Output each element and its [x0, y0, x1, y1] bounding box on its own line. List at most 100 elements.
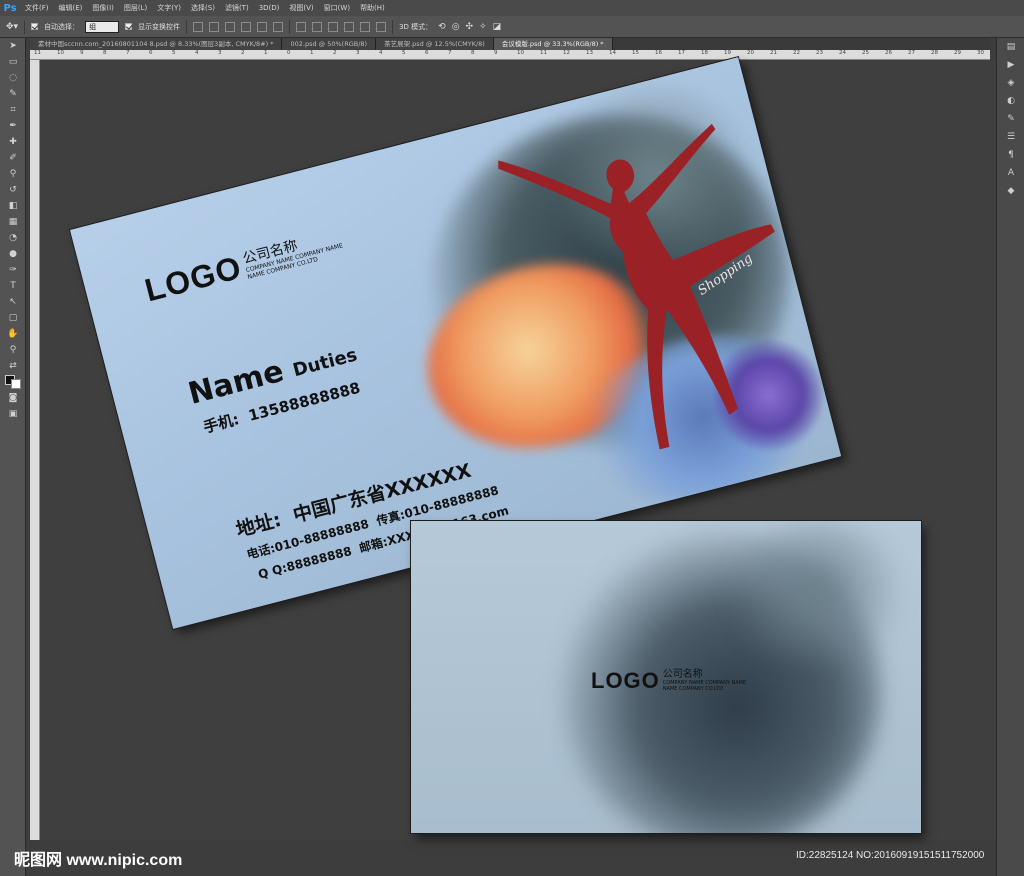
ruler-tick-label: 8	[471, 50, 475, 56]
ruler-tick-label: 13	[586, 50, 593, 56]
quick-select-tool-icon[interactable]: ✎	[0, 86, 26, 102]
business-card-back[interactable]: LOGO 公司名称 COMPANY NAME COMPANY NAME NAME…	[411, 521, 921, 833]
show-transform-checkbox[interactable]	[125, 23, 133, 30]
move-tool-icon[interactable]: ➤	[0, 38, 26, 54]
ruler-tick-label: 11	[540, 50, 547, 56]
quick-mask-icon[interactable]: ◙	[0, 390, 26, 406]
align-bottom-icon[interactable]	[225, 21, 236, 32]
divider	[392, 19, 394, 34]
photoshop-logo: Ps	[3, 2, 17, 14]
swap-colors-icon[interactable]: ⇄	[0, 358, 26, 374]
character-panel-icon[interactable]: A	[997, 164, 1024, 182]
healing-brush-tool-icon[interactable]: ✚	[0, 134, 26, 150]
ruler-tick-label: 4	[379, 50, 383, 56]
screen-mode-icon[interactable]: ▣	[0, 406, 26, 422]
menu-layer[interactable]: 图层(L)	[119, 3, 152, 13]
dodge-tool-icon[interactable]: ●	[0, 246, 26, 262]
blur-tool-icon[interactable]: ◔	[0, 230, 26, 246]
3d-rotate-icon[interactable]: ⟲	[438, 22, 446, 32]
menu-3d[interactable]: 3D(D)	[254, 4, 285, 12]
properties-panel-icon[interactable]: ☰	[997, 128, 1024, 146]
watermark-id: ID:22825124 NO:20160919151511752000	[796, 850, 985, 861]
company-name-en-line2: NAME COMPANY CO.LTD	[662, 686, 724, 692]
actions-panel-icon[interactable]: ▶	[997, 56, 1024, 74]
distribute-right-icon[interactable]	[376, 21, 387, 32]
3d-pan-icon[interactable]: ✣	[466, 22, 474, 32]
color-swatch-icon[interactable]	[0, 374, 26, 390]
tab-document-2[interactable]: 002.psd @ 50%(RGB/8)	[282, 38, 377, 50]
ruler-vertical[interactable]	[30, 60, 40, 840]
distribute-bottom-icon[interactable]	[328, 21, 339, 32]
ruler-tick-label: 30	[977, 50, 984, 56]
tab-document-active[interactable]: 会议模版.psd @ 33.3%(RGB/8) *	[493, 38, 613, 50]
paragraph-panel-icon[interactable]: ¶	[997, 146, 1024, 164]
tab-document-1[interactable]: 素材中国sccnn.com_20160801104 8.psd @ 8.33%(…	[30, 38, 283, 50]
clone-stamp-tool-icon[interactable]: ⚲	[0, 166, 26, 182]
pen-tool-icon[interactable]: ✑	[0, 262, 26, 278]
distribute-top-icon[interactable]	[296, 21, 307, 32]
3d-scale-icon[interactable]: ◪	[493, 22, 502, 32]
adjustments-panel-icon[interactable]: ◐	[997, 92, 1024, 110]
ruler-tick-label: 16	[655, 50, 662, 56]
eyedropper-tool-icon[interactable]: ✒	[0, 118, 26, 134]
distribute-middle-icon[interactable]	[312, 21, 323, 32]
ruler-tick-label: 8	[103, 50, 107, 56]
ruler-tick-label: 7	[126, 50, 130, 56]
align-middle-icon[interactable]	[209, 21, 220, 32]
gradient-tool-icon[interactable]: ▦	[0, 214, 26, 230]
ruler-tick-label: 2	[333, 50, 337, 56]
ruler-tick-label: 23	[816, 50, 823, 56]
3d-panel-icon[interactable]: ◆	[997, 182, 1024, 200]
auto-select-dropdown[interactable]: 组	[85, 20, 120, 33]
menu-file[interactable]: 文件(F)	[20, 3, 54, 13]
menu-type[interactable]: 文字(Y)	[152, 3, 186, 13]
tab-document-3[interactable]: 茶艺展架.psd @ 12.5%(CMYK/8)	[376, 38, 494, 50]
zoom-tool-icon[interactable]: ⚲	[0, 342, 26, 358]
layers-panel-icon[interactable]: ◈	[997, 74, 1024, 92]
align-center-icon[interactable]	[257, 21, 268, 32]
ruler-tick-label: 20	[747, 50, 754, 56]
ruler-tick-label: 26	[885, 50, 892, 56]
history-panel-icon[interactable]: ▤	[997, 38, 1024, 56]
ruler-tick-label: 4	[195, 50, 199, 56]
3d-slide-icon[interactable]: ✧	[479, 22, 487, 32]
ruler-tick-label: 10	[517, 50, 524, 56]
menu-image[interactable]: 图像(I)	[87, 3, 119, 13]
brush-panel-icon[interactable]: ✎	[997, 110, 1024, 128]
align-right-icon[interactable]	[273, 21, 284, 32]
type-tool-icon[interactable]: T	[0, 278, 26, 294]
auto-select-checkbox[interactable]	[31, 23, 39, 30]
align-left-icon[interactable]	[241, 21, 252, 32]
marquee-tool-icon[interactable]: ▭	[0, 54, 26, 70]
brush-tool-icon[interactable]: ✐	[0, 150, 26, 166]
distribute-left-icon[interactable]	[344, 21, 355, 32]
crop-tool-icon[interactable]: ⌗	[0, 102, 26, 118]
eraser-tool-icon[interactable]: ◧	[0, 198, 26, 214]
hand-tool-icon[interactable]: ✋	[0, 326, 26, 342]
menu-filter[interactable]: 滤镜(T)	[220, 3, 254, 13]
lasso-tool-icon[interactable]: ◌	[0, 70, 26, 86]
divider	[289, 19, 291, 34]
ruler-tick-label: 29	[954, 50, 961, 56]
menu-edit[interactable]: 编辑(E)	[54, 3, 88, 13]
ruler-tick-label: 3	[218, 50, 222, 56]
menu-select[interactable]: 选择(S)	[186, 3, 220, 13]
logo-text: LOGO	[591, 668, 660, 693]
menu-view[interactable]: 视图(V)	[284, 3, 318, 13]
menu-window[interactable]: 窗口(W)	[319, 3, 355, 13]
ruler-horizontal[interactable]: 11 10 9 8 7 6 5 4 3 2 1 0 1 2 3 4 5 6 7 8 9 10 11 12 13 14 15 16 17 1…	[30, 50, 990, 60]
history-brush-tool-icon[interactable]: ↺	[0, 182, 26, 198]
path-select-tool-icon[interactable]: ↖	[0, 294, 26, 310]
ink-splash	[711, 521, 921, 661]
document-tabs: 素材中国sccnn.com_20160801104 8.psd @ 8.33%(…	[30, 38, 990, 50]
right-panel-dock: ▤ ▶ ◈ ◐ ✎ ☰ ¶ A ◆	[996, 38, 1024, 876]
shape-tool-icon[interactable]: ▢	[0, 310, 26, 326]
ruler-tick-label: 19	[724, 50, 731, 56]
3d-roll-icon[interactable]: ◎	[452, 22, 460, 32]
menu-help[interactable]: 帮助(H)	[355, 3, 390, 13]
ruler-tick-label: 11	[34, 50, 41, 56]
align-top-icon[interactable]	[193, 21, 204, 32]
distribute-center-icon[interactable]	[360, 21, 371, 32]
move-tool-icon[interactable]: ✥▾	[6, 22, 18, 32]
ruler-tick-label: 25	[862, 50, 869, 56]
